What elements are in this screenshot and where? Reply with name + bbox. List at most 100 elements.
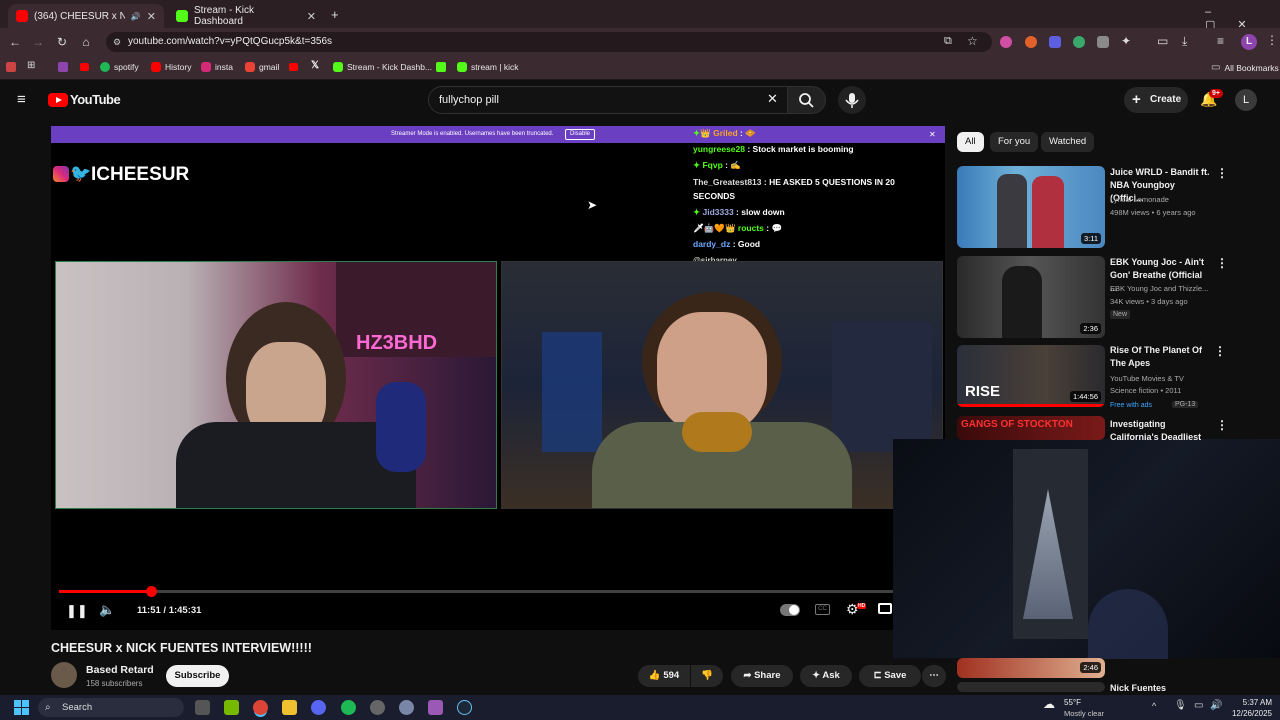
cast-icon[interactable]: ⧉ xyxy=(944,35,952,48)
extension-icon[interactable] xyxy=(1025,36,1037,48)
account-avatar[interactable]: L xyxy=(1235,89,1257,111)
channel-name[interactable]: Based Retard xyxy=(86,664,154,676)
microphone-icon[interactable]: 🎙 xyxy=(1174,700,1187,711)
volume-icon[interactable]: 🔈 xyxy=(99,602,115,618)
channel-avatar[interactable] xyxy=(51,662,77,688)
bookmark-stream-kick[interactable]: stream | kick xyxy=(457,62,519,72)
recommendation-thumbnail[interactable]: RISE 1:44:56 xyxy=(957,345,1105,407)
kebab-menu-icon[interactable]: ⋮ xyxy=(1214,344,1226,358)
recommendation-thumbnail[interactable] xyxy=(957,682,1105,692)
kick-icon[interactable] xyxy=(436,62,446,72)
like-button[interactable]: 👍 594 xyxy=(638,665,690,687)
clock-time[interactable]: 5:37 AM xyxy=(1232,698,1272,707)
miniplayer-icon[interactable] xyxy=(878,603,892,614)
game-controller-icon[interactable] xyxy=(428,700,443,715)
all-bookmarks[interactable]: ▭ All Bookmarks xyxy=(1211,62,1279,73)
download-icon[interactable]: ⤓ xyxy=(1182,34,1187,49)
bookmark-star-icon[interactable]: ☆ xyxy=(967,34,978,48)
shield-icon[interactable] xyxy=(1097,36,1109,48)
discord-icon[interactable] xyxy=(311,700,326,715)
task-view-icon[interactable] xyxy=(195,700,210,715)
address-bar[interactable]: youtube.com/watch?v=yPQtQGucp5k&t=356s xyxy=(106,32,992,52)
apps-grid-icon[interactable]: ⊞ xyxy=(27,60,35,71)
extension-icon[interactable] xyxy=(1073,36,1085,48)
recommendation-title[interactable]: Rise Of The Planet Of The Apes xyxy=(1110,344,1210,370)
home-icon[interactable]: ⌂ xyxy=(78,34,94,50)
speaker-icon[interactable]: 🔊 xyxy=(1210,700,1222,711)
chip-watched[interactable]: Watched xyxy=(1041,132,1095,152)
recommendation-thumbnail[interactable]: 3:11 xyxy=(957,166,1105,248)
chip-all[interactable]: All xyxy=(957,132,984,152)
search-button[interactable] xyxy=(788,86,826,114)
youtube-bookmark-icon[interactable] xyxy=(289,63,298,71)
recommendation-thumbnail[interactable]: 2:36 xyxy=(957,256,1105,338)
tab-youtube[interactable]: (364) CHEESUR x NICK FUE 🔊 ✕ xyxy=(8,4,164,28)
steam-icon[interactable] xyxy=(457,700,472,715)
captions-icon[interactable]: CC xyxy=(815,604,830,615)
pause-icon[interactable]: ❚❚ xyxy=(66,603,88,619)
bookmark-gmail[interactable]: gmail xyxy=(245,62,279,72)
recommendation-thumbnail[interactable]: 2:46 xyxy=(957,658,1105,678)
youtube-bookmark-icon[interactable] xyxy=(80,63,89,71)
settings-icon[interactable] xyxy=(399,700,414,715)
disable-button[interactable]: Disable xyxy=(565,129,596,140)
x-icon[interactable]: 𝕏 xyxy=(311,60,319,71)
voice-search-button[interactable] xyxy=(838,86,866,114)
ask-button[interactable]: ✦ Ask xyxy=(800,665,852,687)
bookmark-spotify[interactable]: spotify xyxy=(100,62,139,72)
youtube-logo-icon[interactable] xyxy=(48,93,68,107)
progress-bar[interactable] xyxy=(59,586,893,597)
more-actions-icon[interactable]: ⋯ xyxy=(922,665,946,687)
app-icon[interactable] xyxy=(370,700,385,715)
share-button[interactable]: ➦ Share xyxy=(731,665,793,687)
kebab-menu-icon[interactable]: ⋮ xyxy=(1216,418,1228,432)
youtube-logo-text[interactable]: YouTube xyxy=(70,92,121,107)
extension-icon[interactable] xyxy=(1000,36,1012,48)
bookmark-icon[interactable] xyxy=(58,62,68,72)
clear-search-icon[interactable]: ✕ xyxy=(767,91,778,107)
kebab-menu-icon[interactable]: ⋮ xyxy=(1216,166,1228,180)
bookmark-app-icon[interactable] xyxy=(6,62,16,72)
clock-date[interactable]: 12/26/2025 xyxy=(1228,709,1272,718)
tab-kick[interactable]: Stream - Kick Dashboard ✕ xyxy=(168,4,324,28)
bookmark-history[interactable]: History xyxy=(151,62,191,72)
site-info-icon[interactable]: ⚙ xyxy=(113,37,121,48)
subscribe-button[interactable]: Subscribe xyxy=(166,665,229,687)
taskbar-search[interactable]: ⌕ Search xyxy=(38,698,184,717)
tray-chevron-icon[interactable]: ^ xyxy=(1152,701,1156,711)
chrome-icon[interactable] xyxy=(253,700,268,715)
file-explorer-icon[interactable] xyxy=(282,700,297,715)
chip-for-you[interactable]: For you xyxy=(990,132,1039,152)
profile-avatar[interactable]: L xyxy=(1241,34,1257,50)
search-input[interactable]: fullychop pill xyxy=(428,86,788,114)
sidepanel-icon[interactable]: ▭ xyxy=(1157,34,1168,48)
menu-lines-icon[interactable]: ≡ xyxy=(1217,34,1224,48)
reload-icon[interactable]: ↻ xyxy=(54,34,70,50)
windows-start-icon[interactable] xyxy=(14,700,29,715)
recommendation-title[interactable]: Investigating California's Deadliest ... xyxy=(1110,418,1210,444)
kebab-menu-icon[interactable]: ⋮ xyxy=(1266,33,1278,47)
forward-arrow-icon[interactable]: → xyxy=(30,34,46,50)
create-button[interactable]: + Create xyxy=(1124,87,1188,113)
autoplay-toggle[interactable] xyxy=(780,604,800,616)
bookmark-kick-dashboard[interactable]: Stream - Kick Dashb... xyxy=(333,62,432,72)
scrubber-handle[interactable] xyxy=(145,586,157,597)
new-tab-plus-icon[interactable]: + xyxy=(331,7,339,22)
display-icon[interactable]: ▭ xyxy=(1194,700,1203,711)
close-banner-icon[interactable]: ✕ xyxy=(929,126,936,143)
nvidia-icon[interactable] xyxy=(224,700,239,715)
dislike-button[interactable]: 👎 xyxy=(691,665,723,687)
kebab-menu-icon[interactable]: ⋮ xyxy=(1216,256,1228,270)
close-tab-icon[interactable]: ✕ xyxy=(147,10,156,23)
extension-icon[interactable] xyxy=(1049,36,1061,48)
close-tab-icon[interactable]: ✕ xyxy=(307,10,316,23)
puzzle-icon[interactable]: ✦ xyxy=(1121,34,1131,48)
speaker-icon[interactable]: 🔊 xyxy=(131,12,141,21)
recommendation-thumbnail[interactable]: GANGS OF STOCKTON xyxy=(957,416,1105,440)
hamburger-menu-icon[interactable]: ≡ xyxy=(17,91,26,108)
back-arrow-icon[interactable]: ← xyxy=(7,34,23,50)
spotify-icon[interactable] xyxy=(341,700,356,715)
recommendation-title[interactable]: Nick Fuentes Interview:... xyxy=(1110,683,1210,693)
bookmark-insta[interactable]: insta xyxy=(201,62,233,72)
save-button[interactable]: ⊏ Save xyxy=(859,665,921,687)
